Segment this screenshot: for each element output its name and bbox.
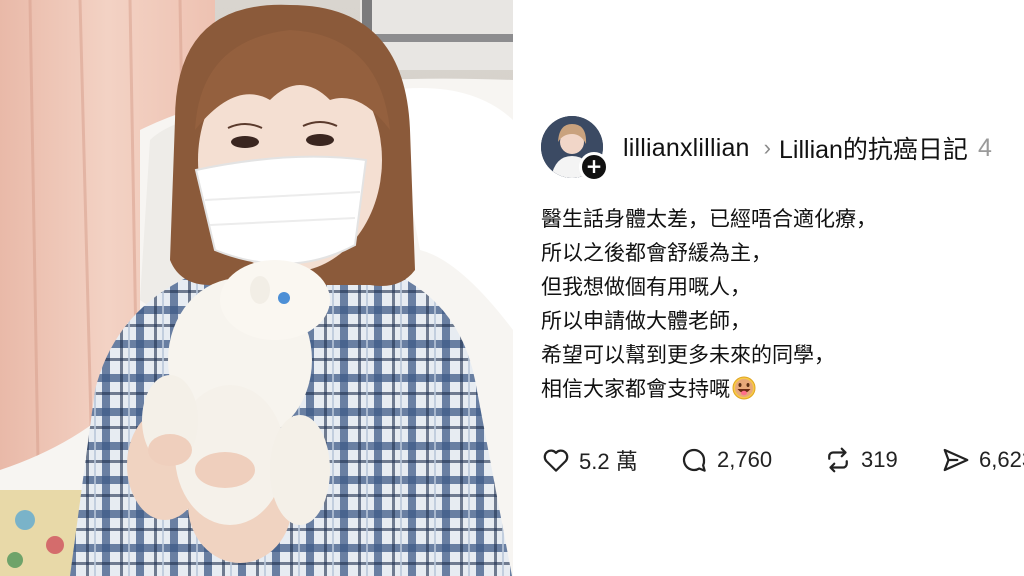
repost-button[interactable]: 319 [823, 440, 898, 480]
post-body: 醫生話身體太差，已經唔合適化療， 所以之後都會舒緩為主， 但我想做個有用嘅人， … [541, 202, 1011, 406]
post-line-last: 相信大家都會支持嘅 [541, 372, 1011, 406]
username[interactable]: lillianxlillian [623, 134, 750, 163]
post-line: 希望可以幫到更多未來的同學， [541, 343, 835, 367]
follow-button[interactable]: + [579, 152, 609, 182]
repost-arrows-icon [828, 447, 848, 473]
heart-icon [543, 449, 569, 472]
paper-plane-icon [943, 448, 969, 472]
like-button[interactable]: 5.2 萬 [541, 440, 638, 480]
share-count: 6,623 [979, 447, 1024, 472]
repost-count: 319 [861, 447, 898, 472]
post-line: 醫生話身體太差，已經唔合適化療， [541, 207, 877, 231]
reply-button[interactable]: 2,760 [679, 440, 772, 480]
grinning-tongue-emoji-icon [732, 376, 756, 400]
post-photo[interactable] [0, 0, 513, 576]
screenshot-frame: + lillianxlillian › Lillian的抗癌日記 4 醫生話身體… [0, 0, 1024, 576]
post-actions: 5.2 萬 2,760 319 6,623 [541, 440, 1024, 480]
like-count: 5.2 萬 [579, 449, 638, 474]
post-line: 但我想做個有用嘅人， [541, 275, 751, 299]
post-timestamp: 4 [977, 133, 992, 162]
speech-bubble-icon [682, 448, 706, 472]
photo-illustration [0, 0, 513, 576]
chevron-right-icon: › [763, 135, 771, 160]
post-line: 所以申請做大體老師， [541, 309, 751, 333]
post-line-text: 相信大家都會支持嘅 [541, 377, 730, 401]
post-header: lillianxlillian › Lillian的抗癌日記 4 [623, 130, 992, 166]
post-line: 所以之後都會舒緩為主， [541, 241, 772, 265]
share-button[interactable]: 6,623 [941, 440, 1024, 480]
reply-count: 2,760 [717, 447, 773, 472]
topic-tag[interactable]: Lillian的抗癌日記 [779, 130, 968, 166]
threads-post: + lillianxlillian › Lillian的抗癌日記 4 醫生話身體… [513, 0, 1024, 576]
